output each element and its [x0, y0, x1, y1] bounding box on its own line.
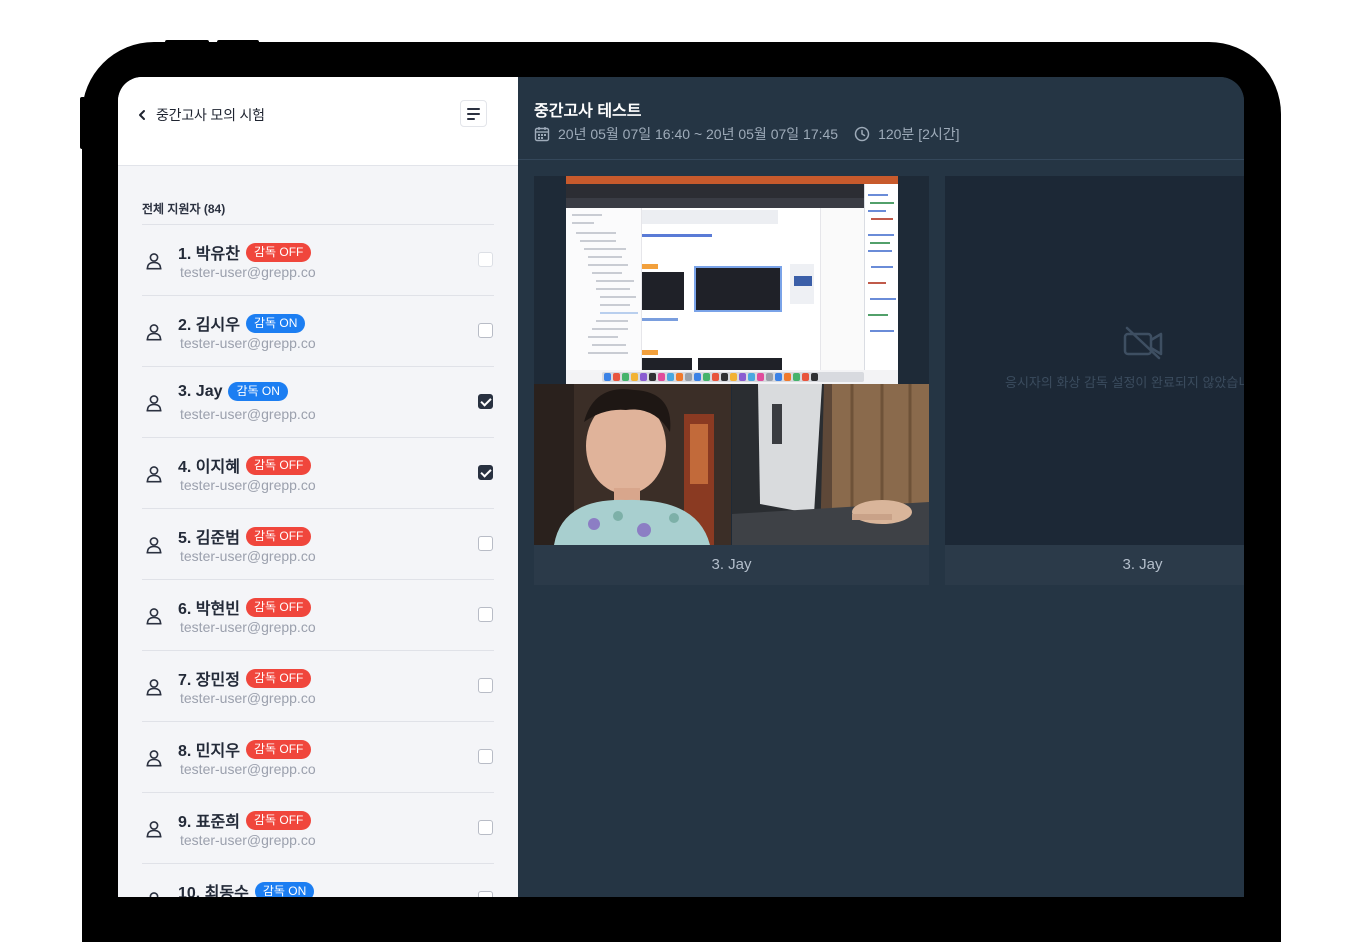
- webcam-feed: [534, 384, 731, 545]
- chevron-left-icon: [139, 110, 145, 120]
- applicant-name-line: 7. 장민정 감독 OFF: [178, 666, 312, 690]
- applicant-sidebar: 중간고사 모의 시험 전체 지원자 (84) 1. 박유찬 감독 OFF teste…: [118, 77, 518, 897]
- person-icon: [146, 750, 162, 767]
- applicant-checkbox[interactable]: [478, 678, 493, 693]
- applicant-checkbox[interactable]: [478, 536, 493, 551]
- applicant-row[interactable]: 3. Jay 감독 ON tester-user@grepp.co: [142, 367, 494, 438]
- applicant-row[interactable]: 1. 박유찬 감독 OFF tester-user@grepp.co: [142, 225, 494, 296]
- person-icon: [146, 395, 162, 412]
- applicant-row[interactable]: 10. 최동수감독 ONtester-user@grepp.co: [142, 864, 494, 897]
- applicant-email: tester-user@grepp.co: [180, 832, 316, 848]
- person-icon: [146, 466, 162, 483]
- header-divider: [518, 159, 1244, 160]
- applicant-email: tester-user@grepp.co: [180, 619, 316, 635]
- applicant-name: 1. 박유찬: [178, 246, 240, 263]
- applicant-row[interactable]: 9. 표준희 감독 OFF tester-user@grepp.co: [142, 793, 494, 864]
- applicant-email: tester-user@grepp.co: [180, 406, 316, 422]
- menu-icon-line: [467, 117, 475, 120]
- card-label: 3. Jay: [945, 545, 1244, 585]
- applicant-checkbox[interactable]: [478, 820, 493, 835]
- person-icon: [146, 324, 162, 341]
- proctor-status-badge: 감독 OFF: [245, 242, 312, 262]
- clock-icon: [854, 126, 870, 142]
- person-icon: [146, 537, 162, 554]
- applicant-name: 2. 김시우: [178, 317, 240, 334]
- exam-name: 중간고사 모의 시험: [156, 107, 265, 123]
- monitor-panel: 중간고사 테스트 20년 05월 07일 16:40 ~ 20년 05월 07일…: [518, 77, 1244, 897]
- person-icon: [146, 679, 162, 696]
- applicant-row[interactable]: 2. 김시우 감독 ON tester-user@grepp.co: [142, 296, 494, 367]
- applicant-checkbox[interactable]: [478, 465, 493, 480]
- proctor-status-badge: 감독 OFF: [245, 455, 312, 475]
- person-icon: [146, 821, 162, 838]
- menu-icon: [467, 107, 480, 110]
- applicant-name: 4. 이지혜: [178, 459, 240, 476]
- exam-schedule: 20년 05월 07일 16:40 ~ 20년 05월 07일 17:45: [558, 126, 839, 142]
- applicant-name: 5. 김준범: [178, 530, 240, 547]
- menu-icon-line: [467, 112, 480, 115]
- applicant-email: tester-user@grepp.co: [180, 477, 316, 493]
- person-icon: [146, 608, 162, 625]
- applicant-name-line: 1. 박유찬 감독 OFF: [178, 240, 312, 264]
- applicant-checkbox[interactable]: [478, 394, 493, 409]
- monitor-card[interactable]: 3. Jay: [534, 176, 929, 585]
- back-button[interactable]: 중간고사 모의 시험: [136, 105, 265, 125]
- applicant-checkbox[interactable]: [478, 252, 493, 267]
- tablet-screen: 중간고사 모의 시험 전체 지원자 (84) 1. 박유찬 감독 OFF teste…: [118, 77, 1244, 897]
- applicant-name: 7. 장민정: [178, 672, 240, 689]
- proctor-status-badge: 감독 OFF: [245, 526, 312, 546]
- proctor-status-badge: 감독 ON: [254, 881, 315, 897]
- menu-button[interactable]: [460, 100, 487, 127]
- applicant-email: tester-user@grepp.co: [180, 761, 316, 777]
- applicant-name: 8. 민지우: [178, 743, 240, 760]
- applicant-name: 9. 표준희: [178, 814, 240, 831]
- applicant-list: 1. 박유찬 감독 OFF tester-user@grepp.co 2. 김시우 감독…: [142, 224, 494, 897]
- proctor-status-badge: 감독 OFF: [245, 668, 312, 688]
- applicant-name: 3. Jay: [178, 382, 223, 400]
- desk-camera-feed: [732, 384, 929, 545]
- applicant-name-line: 6. 박현빈 감독 OFF: [178, 595, 312, 619]
- applicant-checkbox[interactable]: [478, 323, 493, 338]
- applicant-row[interactable]: 7. 장민정 감독 OFF tester-user@grepp.co: [142, 651, 494, 722]
- applicant-row[interactable]: 8. 민지우 감독 OFF tester-user@grepp.co: [142, 722, 494, 793]
- applicant-count-title: 전체 지원자 (84): [142, 202, 226, 216]
- applicant-checkbox[interactable]: [478, 749, 493, 764]
- applicant-email: tester-user@grepp.co: [180, 690, 316, 706]
- applicant-name: 10. 최동수: [178, 885, 249, 897]
- video-off-icon: [1123, 326, 1163, 360]
- applicant-email: tester-user@grepp.co: [180, 548, 316, 564]
- person-icon: [149, 892, 159, 897]
- applicant-row[interactable]: 5. 김준범 감독 OFF tester-user@grepp.co: [142, 509, 494, 580]
- sidebar-header: 중간고사 모의 시험: [118, 77, 518, 166]
- monitor-card[interactable]: 응시자의 화상 감독 설정이 완료되지 않았습니다. 3. Jay: [945, 176, 1244, 585]
- proctor-status-badge: 감독 OFF: [245, 739, 312, 759]
- person-icon: [146, 253, 162, 270]
- applicant-name-line: 4. 이지혜 감독 OFF: [178, 453, 312, 477]
- applicant-name-line: 10. 최동수 감독 ON: [178, 879, 315, 897]
- applicant-name-line: 9. 표준희 감독 OFF: [178, 808, 312, 832]
- proctor-status-badge: 감독 OFF: [245, 810, 312, 830]
- applicant-email: tester-user@grepp.co: [180, 335, 316, 351]
- exam-title: 중간고사 테스트: [534, 103, 642, 120]
- applicant-name-line: 5. 김준범 감독 OFF: [178, 524, 312, 548]
- calendar-icon: [534, 127, 550, 142]
- applicant-row[interactable]: 4. 이지혜 감독 OFF tester-user@grepp.co: [142, 438, 494, 509]
- applicant-checkbox[interactable]: [478, 607, 493, 622]
- applicant-name-line: 8. 민지우 감독 OFF: [178, 737, 312, 761]
- applicant-row[interactable]: 6. 박현빈 감독 OFF tester-user@grepp.co: [142, 580, 494, 651]
- proctor-status-badge: 감독 OFF: [245, 597, 312, 617]
- applicant-name-line: 2. 김시우 감독 ON: [178, 311, 306, 335]
- applicant-email: tester-user@grepp.co: [180, 264, 316, 280]
- exam-duration: 120분 [2시간]: [878, 126, 960, 142]
- applicant-name-line: 3. Jay 감독 ON: [178, 382, 288, 401]
- card-label: 3. Jay: [534, 545, 929, 585]
- applicant-name: 6. 박현빈: [178, 601, 240, 618]
- exam-meta: 20년 05월 07일 16:40 ~ 20년 05월 07일 17:45 12…: [534, 124, 960, 144]
- no-video-placeholder: 응시자의 화상 감독 설정이 완료되지 않았습니다.: [945, 176, 1244, 545]
- proctor-status-badge: 감독 ON: [245, 313, 306, 333]
- no-video-message: 응시자의 화상 감독 설정이 완료되지 않았습니다.: [1005, 375, 1244, 390]
- screen-share-feed: [566, 176, 898, 384]
- applicant-checkbox[interactable]: [478, 891, 493, 897]
- proctor-status-badge: 감독 ON: [228, 382, 288, 401]
